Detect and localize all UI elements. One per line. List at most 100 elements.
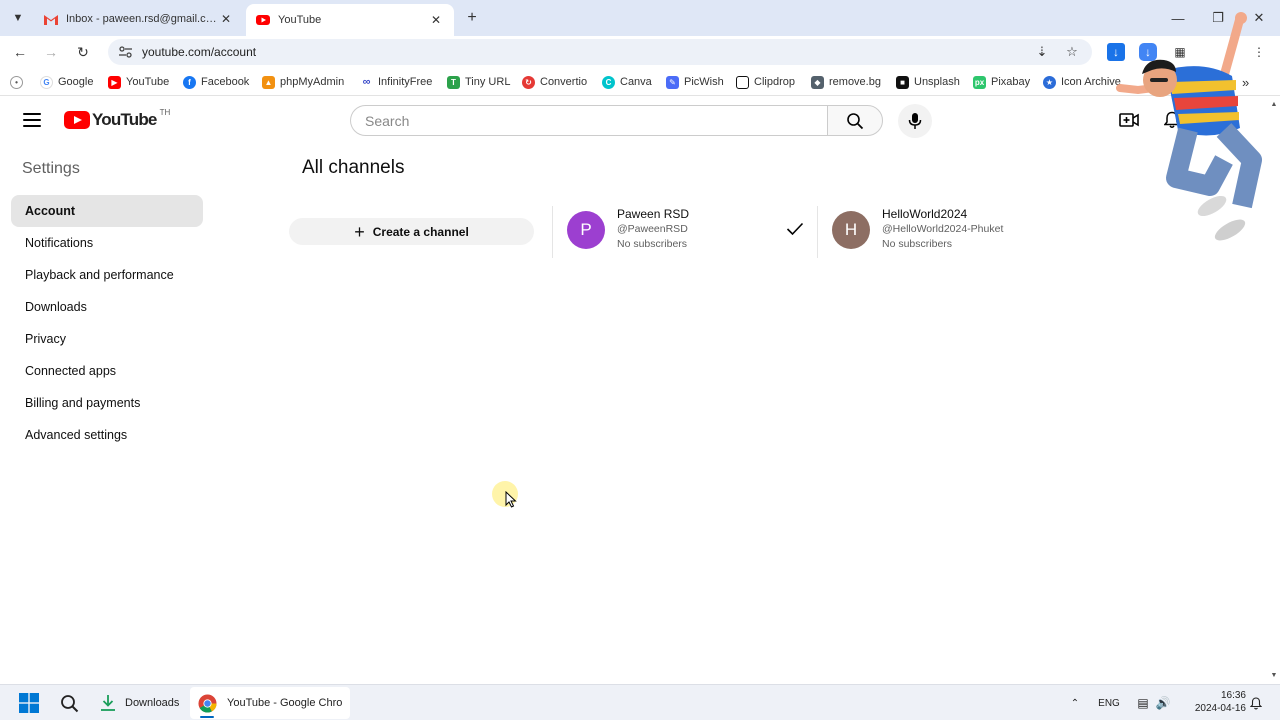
clipdrop-icon: ​ [736,75,749,89]
voice-search-button[interactable] [898,104,932,138]
bookmark-removebg[interactable]: ◆ remove.bg [811,74,881,90]
address-bar[interactable]: youtube.com/account ⇣ ☆ [108,39,1092,65]
apps-globe-icon[interactable]: • [10,74,28,90]
nav-item-notifications[interactable]: Notifications [11,227,203,259]
system-clock[interactable]: 16:36 2024-04-16 [1182,689,1246,715]
notification-center-icon[interactable] [1248,693,1264,713]
nav-item-connected-apps[interactable]: Connected apps [11,355,203,387]
channel-handle: @PaweenRSD [617,223,688,235]
tray-overflow-chevron-icon[interactable]: ⌃ [1068,693,1082,713]
back-arrow-icon[interactable]: ← [9,41,31,63]
presenter-jumping-figure [1116,12,1262,241]
divider [817,206,818,258]
site-settings-icon[interactable] [118,45,132,59]
bookmark-canva[interactable]: C Canva [602,74,652,90]
youtube-play-logo-icon [64,111,90,129]
infinity-icon: ∞ [360,75,373,89]
convertio-icon: ↻ [522,75,535,89]
guide-menu-icon[interactable] [22,110,42,130]
close-tab-icon[interactable]: ✕ [428,12,444,28]
channel-card-paween[interactable]: P Paween RSD @PaweenRSD No subscribers [567,206,812,256]
create-channel-label: Create a channel [372,224,469,239]
country-code: TH [159,107,171,117]
scroll-down-arrow-icon[interactable]: ▼ [1270,671,1278,679]
bookmark-youtube[interactable]: ▶ YouTube [108,74,169,90]
search-box [350,105,828,136]
volume-speaker-icon[interactable]: 🔊 [1155,693,1171,713]
windows-taskbar: Downloads YouTube - Google Chro ⌃ ENG ▤ … [0,684,1280,720]
channel-handle: @HelloWorld2024-Phuket [882,223,1004,235]
logo-wordmark: YouTube [92,110,157,129]
bookmark-star-icon[interactable]: ☆ [1062,39,1082,65]
microphone-icon [908,113,922,129]
nav-item-privacy[interactable]: Privacy [11,323,203,355]
page-title: All channels [302,157,405,178]
bookmark-facebook[interactable]: f Facebook [183,74,249,90]
bookmark-convertio[interactable]: ↻ Convertio [522,74,587,90]
download-folder-icon [101,695,115,711]
channel-card-helloworld[interactable]: H HelloWorld2024 @HelloWorld2024-Phuket … [832,206,1032,256]
taskbar-app-chrome[interactable]: YouTube - Google Chro [190,687,351,719]
unsplash-icon: ■ [896,75,909,89]
youtube-icon [256,13,270,27]
canva-icon: C [602,75,615,89]
bookmark-phpmyadmin[interactable]: ▲ phpMyAdmin [262,74,344,90]
tab-search-chevron-icon[interactable]: ▼ [6,7,30,29]
chrome-icon [198,693,217,713]
new-tab-icon[interactable]: + [462,8,482,28]
bookmark-iconarchive[interactable]: ★ Icon Archive [1043,74,1121,90]
bookmark-unsplash[interactable]: ■ Unsplash [896,74,960,90]
tab-title: YouTube [278,14,322,26]
clock-time: 16:36 [1220,690,1246,701]
url-text: youtube.com/account [142,45,257,59]
youtube-icon: ▶ [108,75,121,89]
bookmark-google[interactable]: G Google [40,74,93,90]
mouse-cursor-icon [505,491,517,508]
phpmyadmin-icon: ▲ [262,75,275,89]
search-input[interactable] [365,112,828,129]
nav-item-account[interactable]: Account [11,195,203,227]
bookmark-infinityfree[interactable]: ∞ InfinityFree [360,74,432,90]
network-monitor-icon[interactable]: ▤ [1134,693,1152,713]
facebook-icon: f [183,75,196,89]
channel-subscribers: No subscribers [882,238,953,250]
bookmarks-bar: • G Google ▶ YouTube f Facebook ▲ phpMyAdmin… [0,68,1280,96]
divider [552,206,553,258]
iconarchive-icon: ★ [1043,75,1056,89]
taskbar-search-icon[interactable] [57,691,81,715]
search-icon [847,112,864,129]
youtube-masthead: YouTube TH [0,97,1268,143]
bookmark-clipdrop[interactable]: ​Clipdrop [736,74,795,90]
tinyurl-icon: T [447,75,460,89]
bookmark-picwish[interactable]: ✎ PicWish [666,74,724,90]
nav-item-playback[interactable]: Playback and performance [11,259,203,291]
channel-subscribers: No subscribers [617,238,688,250]
reload-icon[interactable]: ↻ [72,41,94,63]
tab-youtube[interactable]: YouTube ✕ [246,4,454,36]
nav-item-advanced-settings[interactable]: Advanced settings [11,419,203,451]
settings-heading: Settings [22,160,80,177]
install-app-icon[interactable]: ⇣ [1032,39,1052,65]
avatar: P [567,211,605,249]
pixabay-icon: px [973,75,986,89]
taskbar-app-downloads[interactable]: Downloads [92,687,187,719]
youtube-logo[interactable]: YouTube TH [64,107,171,130]
avatar: H [832,211,870,249]
create-channel-button[interactable]: + Create a channel [289,218,534,245]
tab-gmail[interactable]: Inbox - paween.rsd@gmail.com ✕ [34,4,244,34]
close-tab-icon[interactable]: ✕ [218,11,234,27]
search-button[interactable] [827,105,883,136]
checkmark-icon [785,219,805,239]
removebg-icon: ◆ [811,75,824,89]
input-language[interactable]: ENG [1096,693,1122,713]
bookmark-pixabay[interactable]: px Pixabay [973,74,1030,90]
bookmark-tinyurl[interactable]: T Tiny URL [447,74,510,90]
forward-arrow-icon[interactable]: → [40,41,62,63]
channel-name: Paween RSD [617,207,690,221]
gmail-icon [44,12,58,26]
google-icon: G [40,75,53,89]
nav-item-billing[interactable]: Billing and payments [11,387,203,419]
nav-item-downloads[interactable]: Downloads [11,291,203,323]
tab-title: Inbox - paween.rsd@gmail.com [66,13,218,25]
windows-start-icon[interactable] [17,691,41,715]
